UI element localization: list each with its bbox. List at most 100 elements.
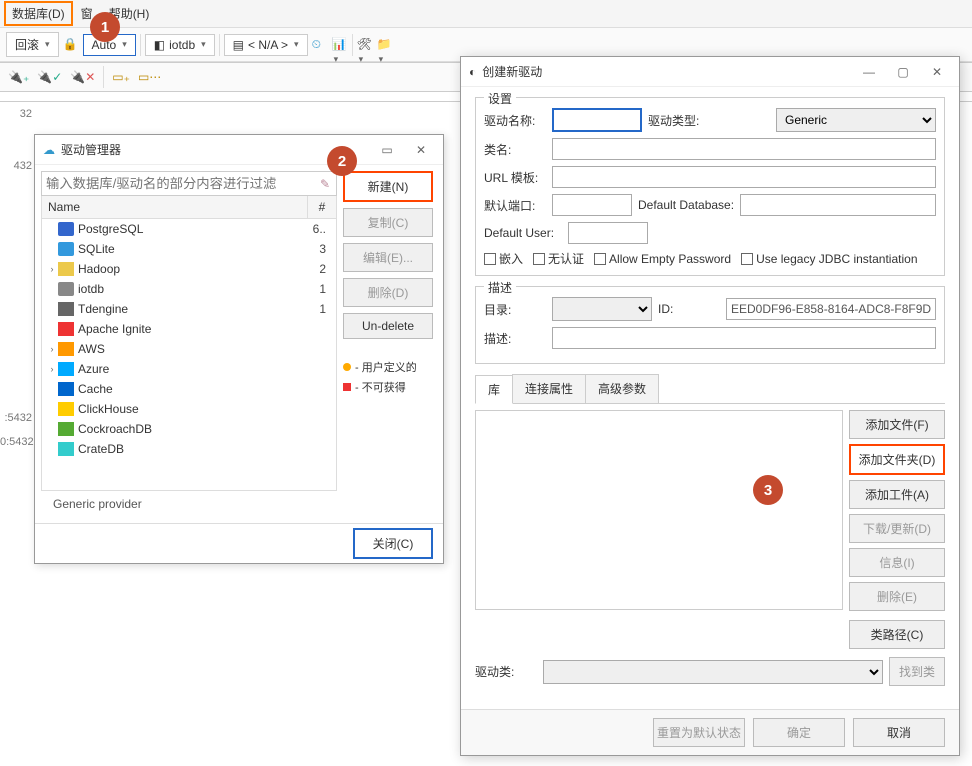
dot-unavail-icon: [343, 383, 351, 391]
embedded-checkbox[interactable]: 嵌入: [484, 250, 523, 267]
connection-dropdown[interactable]: ◧ iotdb: [145, 34, 215, 56]
driver-icon: [58, 442, 74, 456]
filter-input[interactable]: [42, 172, 314, 195]
maximize-icon[interactable]: ▢: [889, 65, 917, 79]
disconnect-icon[interactable]: 🔌✕: [70, 70, 95, 84]
default-db-input[interactable]: [740, 194, 936, 216]
driver-name: CrateDB: [78, 442, 308, 456]
create-driver-dialog: ◐ 创建新驱动 — ▢ ✕ 设置 驱动名称: 驱动类型: Generic 类名:: [460, 56, 960, 756]
tool-icon[interactable]: 🛠: [357, 37, 373, 53]
list-item[interactable]: ›Azure: [42, 359, 336, 379]
ok-button[interactable]: 确定: [753, 718, 845, 747]
new-button[interactable]: 新建(N): [343, 171, 433, 202]
list-item[interactable]: iotdb1: [42, 279, 336, 299]
list-item[interactable]: ›Hadoop2: [42, 259, 336, 279]
legacy-jdbc-checkbox[interactable]: Use legacy JDBC instantiation: [741, 252, 917, 266]
classpath-button[interactable]: 类路径(C): [849, 620, 945, 649]
default-user-input[interactable]: [568, 222, 648, 244]
dot-user-icon: [343, 363, 351, 371]
legend: - 用户定义的 - 不可获得: [343, 355, 433, 399]
sql-script-icon[interactable]: ▭⋯: [138, 70, 161, 84]
empty-password-checkbox[interactable]: Allow Empty Password: [594, 252, 731, 266]
default-db-label: Default Database:: [638, 198, 734, 212]
close-button[interactable]: 关闭(C): [353, 528, 433, 559]
delete-button[interactable]: 删除(D): [343, 278, 433, 307]
driver-list[interactable]: PostgreSQL6..SQLite3›Hadoop2iotdb1Tdengi…: [41, 219, 337, 491]
provider-label: Generic provider: [41, 491, 337, 517]
dialog-title: 驱动管理器: [61, 141, 121, 158]
tab-advanced[interactable]: 高级参数: [585, 374, 659, 403]
dashboard-icon[interactable]: ⏲: [312, 37, 328, 53]
tab-libraries[interactable]: 库: [475, 375, 513, 404]
info-button[interactable]: 信息(I): [849, 548, 945, 577]
default-port-input[interactable]: [552, 194, 632, 216]
cancel-button[interactable]: 取消: [853, 718, 945, 747]
dialog-title: 创建新驱动: [482, 63, 542, 80]
schema-dropdown[interactable]: ▤ < N/A >: [224, 34, 308, 56]
add-file-button[interactable]: 添加文件(F): [849, 410, 945, 439]
sql-editor-icon[interactable]: ▭₊: [112, 70, 130, 84]
folder-icon[interactable]: 📁: [377, 37, 393, 53]
chart-icon[interactable]: 📊: [332, 37, 348, 53]
class-name-label: 类名:: [484, 141, 546, 158]
desc-input[interactable]: [552, 327, 936, 349]
add-folder-button[interactable]: 添加文件夹(D): [849, 444, 945, 475]
noauth-checkbox[interactable]: 无认证: [533, 250, 584, 267]
driver-name: Tdengine: [78, 302, 308, 316]
menu-database[interactable]: 数据库(D): [4, 1, 73, 26]
driver-manager-dialog: ☁ 驱动管理器 ▭ ✕ ✎ Name # PostgreSQL6..SQLite…: [34, 134, 444, 564]
url-template-label: URL 模板:: [484, 169, 546, 186]
rollback-button[interactable]: 回滚: [6, 32, 59, 57]
list-item[interactable]: Cache: [42, 379, 336, 399]
category-select[interactable]: [552, 297, 652, 321]
settings-group: 设置 驱动名称: 驱动类型: Generic 类名: URL 模板: 默认端口:: [475, 97, 945, 276]
close-icon[interactable]: ✕: [923, 65, 951, 79]
edit-button[interactable]: 编辑(E)...: [343, 243, 433, 272]
driver-class-select[interactable]: [543, 660, 883, 684]
list-item[interactable]: Tdengine1: [42, 299, 336, 319]
list-item[interactable]: PostgreSQL6..: [42, 219, 336, 239]
find-class-button[interactable]: 找到类: [889, 657, 945, 686]
id-input[interactable]: [726, 298, 936, 320]
connect-icon[interactable]: 🔌✓: [37, 70, 62, 84]
lock-icon[interactable]: 🔒: [63, 37, 79, 53]
list-item[interactable]: CockroachDB: [42, 419, 336, 439]
list-item[interactable]: ›AWS: [42, 339, 336, 359]
col-name[interactable]: Name: [42, 196, 308, 218]
copy-button[interactable]: 复制(C): [343, 208, 433, 237]
default-port-label: 默认端口:: [484, 197, 546, 214]
list-item[interactable]: CrateDB: [42, 439, 336, 459]
maximize-icon[interactable]: ▭: [373, 143, 401, 157]
driver-icon: [58, 322, 74, 336]
edit-filter-icon[interactable]: ✎: [314, 177, 336, 191]
driver-name: Hadoop: [78, 262, 308, 276]
driver-count: 1: [308, 282, 332, 296]
class-name-input[interactable]: [552, 138, 936, 160]
driver-count: 1: [308, 302, 332, 316]
driver-icon: [58, 382, 74, 396]
tabstrip: 库 连接属性 高级参数: [475, 374, 945, 404]
undelete-button[interactable]: Un-delete: [343, 313, 433, 339]
list-item[interactable]: ClickHouse: [42, 399, 336, 419]
category-label: 目录:: [484, 301, 546, 318]
filter-field[interactable]: ✎: [41, 171, 337, 196]
new-connection-icon[interactable]: 🔌₊: [8, 70, 29, 84]
download-button[interactable]: 下载/更新(D): [849, 514, 945, 543]
reset-button[interactable]: 重置为默认状态: [653, 718, 745, 747]
list-item[interactable]: SQLite3: [42, 239, 336, 259]
tab-conn-props[interactable]: 连接属性: [512, 374, 586, 403]
close-icon[interactable]: ✕: [407, 143, 435, 157]
minimize-icon[interactable]: —: [855, 65, 883, 79]
driver-name-input[interactable]: [552, 108, 642, 132]
driver-name: Azure: [78, 362, 308, 376]
col-count[interactable]: #: [308, 196, 336, 218]
step-badge-2: 2: [327, 146, 357, 176]
driver-type-select[interactable]: Generic: [776, 108, 936, 132]
menubar: 数据库(D) 窗 帮助(H): [0, 0, 972, 28]
lib-delete-button[interactable]: 删除(E): [849, 582, 945, 611]
list-item[interactable]: Apache Ignite: [42, 319, 336, 339]
url-template-input[interactable]: [552, 166, 936, 188]
library-list[interactable]: [475, 410, 843, 610]
add-artifact-button[interactable]: 添加工件(A): [849, 480, 945, 509]
driver-icon: [58, 282, 74, 296]
